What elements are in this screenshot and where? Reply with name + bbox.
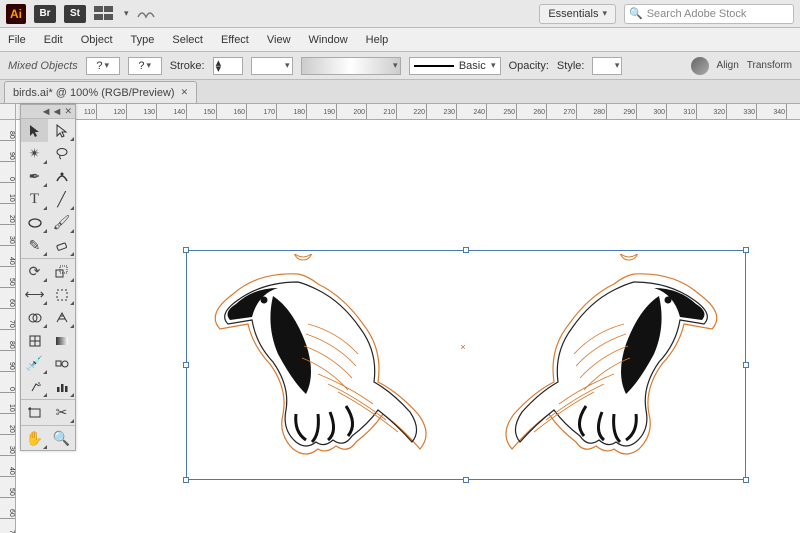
free-transform-tool[interactable] [48, 283, 75, 306]
magic-wand-tool[interactable]: ✴ [21, 142, 48, 165]
ruler-origin[interactable] [0, 104, 16, 120]
rotate-tool[interactable]: ⟳ [21, 260, 48, 283]
search-placeholder: Search Adobe Stock [647, 8, 747, 20]
menu-file[interactable]: File [8, 34, 26, 46]
resize-handle[interactable] [743, 247, 749, 253]
arrange-documents-icon[interactable] [94, 6, 116, 22]
selection-tool[interactable] [21, 119, 48, 142]
graphic-style-dropdown[interactable]: ▾ [592, 57, 622, 75]
close-icon[interactable]: ✕ [181, 87, 189, 98]
menu-help[interactable]: Help [366, 34, 389, 46]
search-icon: 🔍 [629, 7, 643, 20]
opacity-label: Opacity: [509, 60, 549, 72]
chevron-down-icon: ▾ [602, 8, 607, 19]
resize-handle[interactable] [743, 362, 749, 368]
vertical-ruler[interactable]: 80900102030405060708090010203040506070 [0, 120, 16, 533]
perspective-grid-tool[interactable] [48, 306, 75, 329]
selection-center-icon: × [460, 342, 465, 352]
curvature-tool[interactable] [48, 165, 75, 188]
bridge-icon[interactable]: Br [34, 5, 56, 23]
shape-builder-tool[interactable] [21, 306, 48, 329]
top-application-bar: Ai Br St ▾ Essentials ▾ 🔍 Search Adobe S… [0, 0, 800, 28]
menu-object[interactable]: Object [81, 34, 113, 46]
shaper-tool[interactable]: ✎ [21, 234, 48, 257]
menu-effect[interactable]: Effect [221, 34, 249, 46]
direct-selection-tool[interactable] [48, 119, 75, 142]
stroke-weight-dropdown[interactable]: ▾ [251, 57, 293, 75]
menu-type[interactable]: Type [131, 34, 155, 46]
gpu-preview-icon[interactable] [137, 7, 155, 21]
document-tab[interactable]: birds.ai* @ 100% (RGB/Preview) ✕ [4, 81, 197, 103]
line-segment-tool[interactable]: ╱ [48, 188, 75, 211]
gradient-tool[interactable] [48, 329, 75, 352]
resize-handle[interactable] [743, 477, 749, 483]
panel-drag-bar[interactable]: ◄◄✕ [21, 105, 75, 119]
width-tool[interactable]: ⟷ [21, 283, 48, 306]
horizontal-ruler[interactable]: 1100110120130140150160170180190200210220… [16, 104, 800, 120]
blend-tool[interactable] [48, 352, 75, 375]
variable-width-profile-dropdown[interactable]: ▾ [301, 57, 401, 75]
canvas[interactable]: × [16, 120, 800, 533]
mesh-tool[interactable] [21, 329, 48, 352]
eyedropper-tool[interactable]: 💉 [21, 352, 48, 375]
recolor-artwork-icon[interactable] [691, 57, 709, 75]
menu-window[interactable]: Window [309, 34, 348, 46]
resize-handle[interactable] [463, 477, 469, 483]
artwork-bird-left[interactable] [198, 254, 438, 474]
workspace-label: Essentials [548, 8, 598, 20]
stroke-color-dropdown[interactable]: ?▾ [128, 57, 162, 75]
slice-tool[interactable]: ✂ [48, 401, 75, 424]
eraser-tool[interactable] [48, 234, 75, 257]
app-logo-icon: Ai [6, 4, 26, 24]
stroke-label: Stroke: [170, 60, 205, 72]
rectangle-tool[interactable] [21, 211, 48, 234]
style-label: Style: [557, 60, 585, 72]
brush-definition-dropdown[interactable]: Basic▾ [409, 57, 501, 75]
selection-bounding-box[interactable]: × [186, 250, 746, 480]
zoom-tool[interactable]: 🔍 [48, 427, 75, 450]
type-tool[interactable]: T [21, 188, 48, 211]
menu-bar: File Edit Object Type Select Effect View… [0, 28, 800, 52]
search-input[interactable]: 🔍 Search Adobe Stock [624, 4, 794, 24]
tools-panel: ◄◄✕ ✴ ✒ T ╱ 🖌 ✎ ⟳ ⟷ 💉 [20, 104, 76, 451]
symbol-sprayer-tool[interactable] [21, 375, 48, 398]
selection-type-label: Mixed Objects [8, 60, 78, 72]
document-tab-title: birds.ai* @ 100% (RGB/Preview) [13, 87, 175, 99]
resize-handle[interactable] [183, 362, 189, 368]
workspace: 1100110120130140150160170180190200210220… [0, 104, 800, 533]
artboard-tool[interactable] [21, 401, 48, 424]
menu-edit[interactable]: Edit [44, 34, 63, 46]
control-bar: Mixed Objects ?▾ ?▾ Stroke: ▴▾ ▾ ▾ Basic… [0, 52, 800, 80]
pen-tool[interactable]: ✒ [21, 165, 48, 188]
resize-handle[interactable] [183, 247, 189, 253]
resize-handle[interactable] [183, 477, 189, 483]
stroke-weight-input[interactable]: ▴▾ [213, 57, 243, 75]
menu-view[interactable]: View [267, 34, 291, 46]
workspace-switcher[interactable]: Essentials ▾ [539, 4, 616, 24]
menu-select[interactable]: Select [172, 34, 203, 46]
chevron-down-icon: ▾ [124, 8, 129, 19]
fill-color-dropdown[interactable]: ?▾ [86, 57, 120, 75]
resize-handle[interactable] [463, 247, 469, 253]
document-tab-row: birds.ai* @ 100% (RGB/Preview) ✕ [0, 80, 800, 104]
hand-tool[interactable]: ✋ [21, 427, 48, 450]
column-graph-tool[interactable] [48, 375, 75, 398]
align-panel-button[interactable]: Align [717, 60, 739, 71]
stock-icon[interactable]: St [64, 5, 86, 23]
transform-panel-button[interactable]: Transform [747, 60, 792, 71]
paintbrush-tool[interactable]: 🖌 [48, 211, 75, 234]
lasso-tool[interactable] [48, 142, 75, 165]
artwork-bird-right[interactable] [494, 254, 734, 474]
scale-tool[interactable] [48, 260, 75, 283]
